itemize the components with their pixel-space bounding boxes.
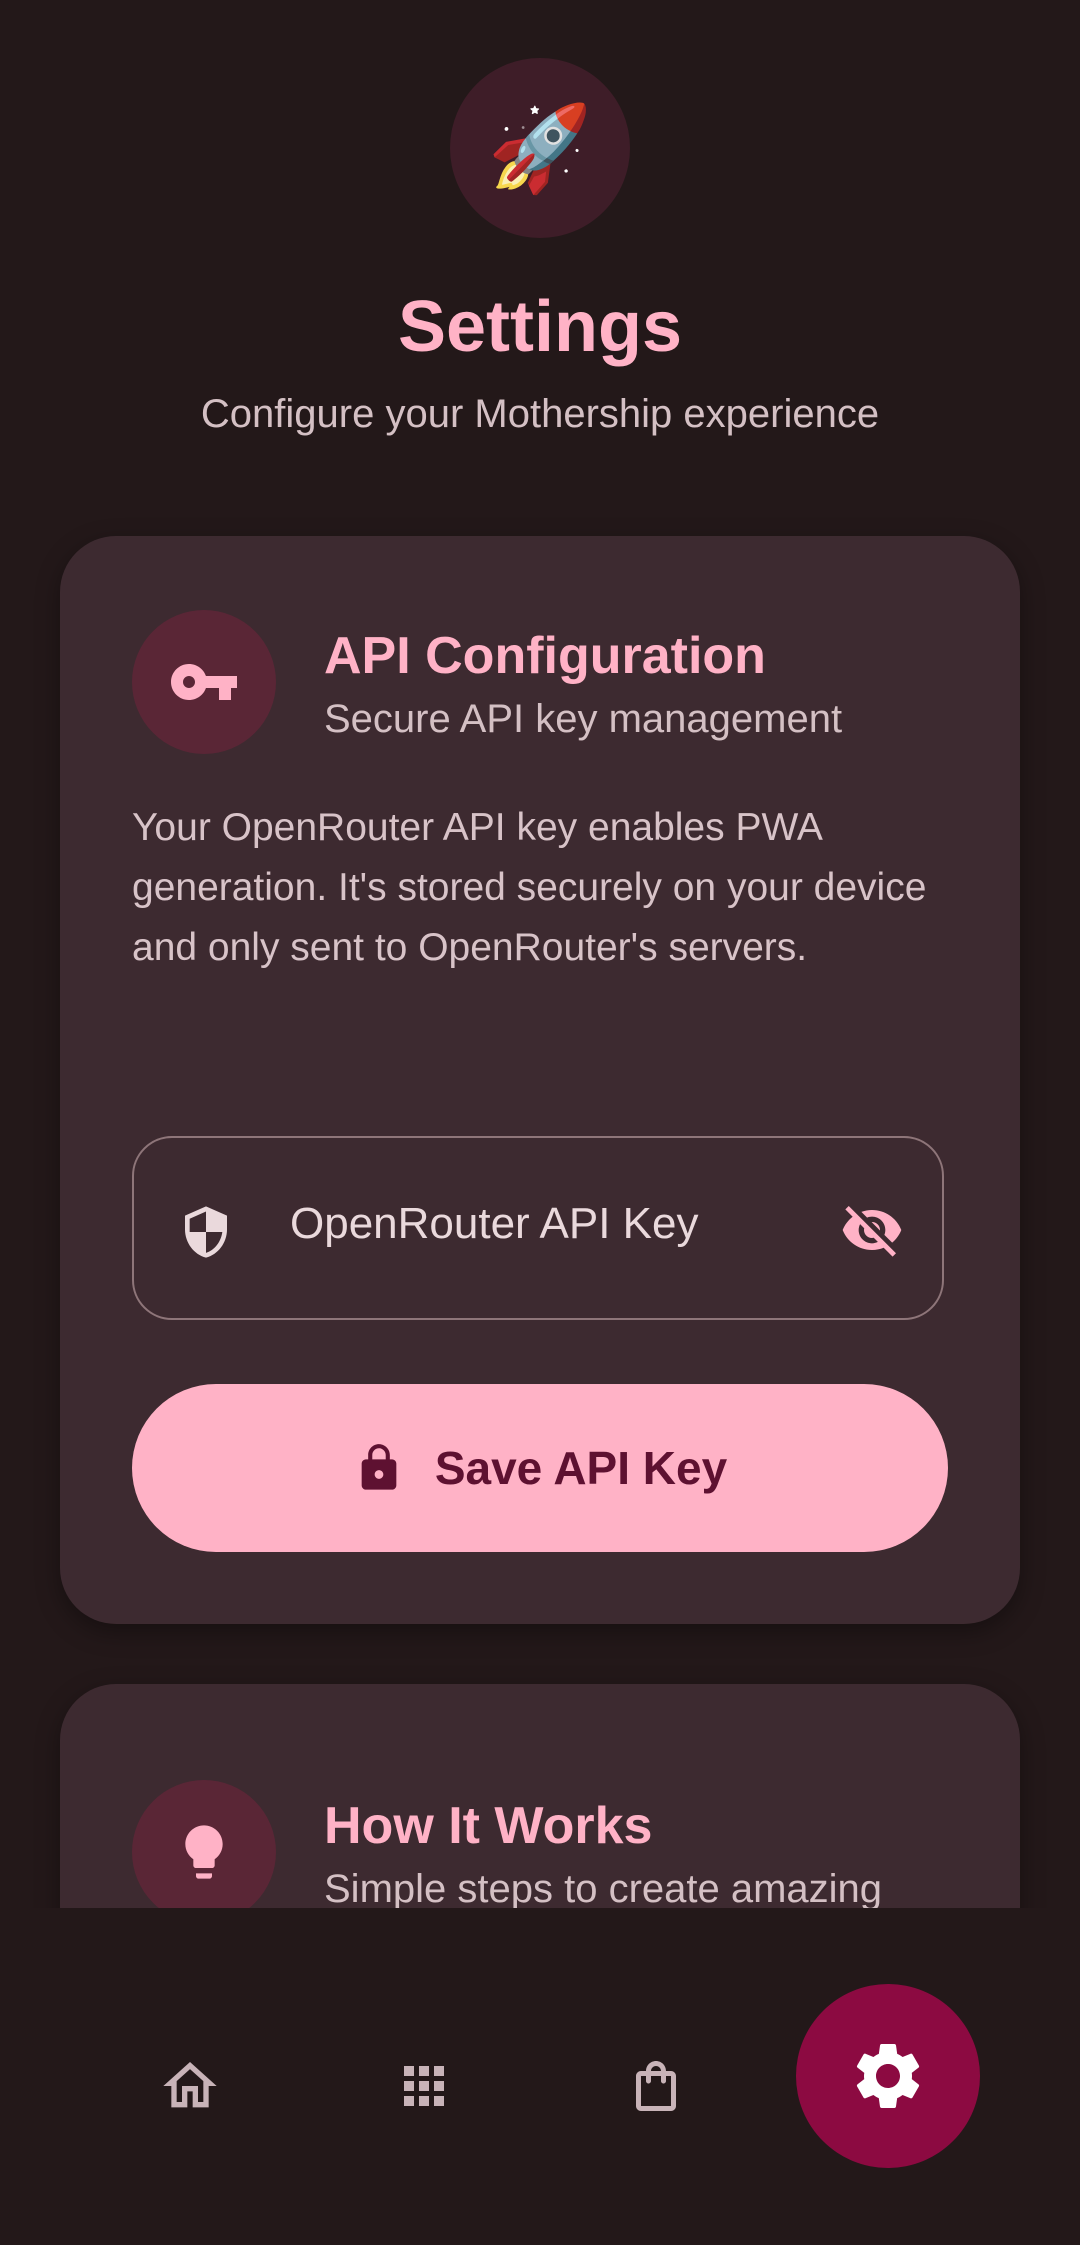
apps-grid-icon: [404, 2066, 444, 2106]
key-icon: [171, 664, 237, 700]
api-key-field-label: OpenRouter API Key: [290, 1199, 699, 1248]
home-icon: [163, 2062, 217, 2108]
nav-home[interactable]: [142, 2038, 238, 2134]
bottom-navigation: [0, 1908, 1080, 2245]
page-subtitle: Configure your Mothership experience: [200, 392, 880, 436]
shield-icon: [185, 1206, 227, 1258]
visibility-off-icon[interactable]: [836, 1198, 908, 1262]
logo-badge: 🚀: [450, 58, 630, 238]
save-api-key-label: Save API Key: [434, 1442, 728, 1494]
rocket-icon: 🚀: [487, 101, 593, 195]
nav-settings[interactable]: [796, 1984, 980, 2168]
api-card-description: Your OpenRouter API key enables PWA gene…: [132, 806, 927, 969]
nav-apps[interactable]: [376, 2038, 472, 2134]
lightbulb-icon: [185, 1825, 223, 1879]
how-card-title: How It Works: [324, 1797, 653, 1855]
save-api-key-button[interactable]: Save API Key: [132, 1384, 948, 1552]
gear-icon: [856, 2044, 920, 2108]
key-icon-badge: [132, 610, 276, 754]
how-it-works-card: How It Works Simple steps to create amaz…: [60, 1684, 1020, 1908]
settings-screen: 🚀 Settings Configure your Mothership exp…: [0, 0, 1080, 2245]
nav-store[interactable]: [608, 2036, 704, 2136]
api-card-subtitle: Secure API key management: [324, 697, 843, 741]
how-card-subtitle: Simple steps to create amazing PWA...: [324, 1867, 883, 1908]
shopping-bag-icon: [636, 2061, 676, 2111]
scroll-content[interactable]: 🚀 Settings Configure your Mothership exp…: [0, 0, 1080, 1908]
page-title: Settings: [397, 287, 683, 367]
lightbulb-icon-badge: [132, 1780, 276, 1908]
api-configuration-card: API Configuration Secure API key managem…: [60, 536, 1020, 1624]
api-card-title: API Configuration: [324, 627, 766, 685]
api-key-field[interactable]: OpenRouter API Key: [132, 1136, 944, 1320]
lock-icon: [361, 1444, 397, 1490]
